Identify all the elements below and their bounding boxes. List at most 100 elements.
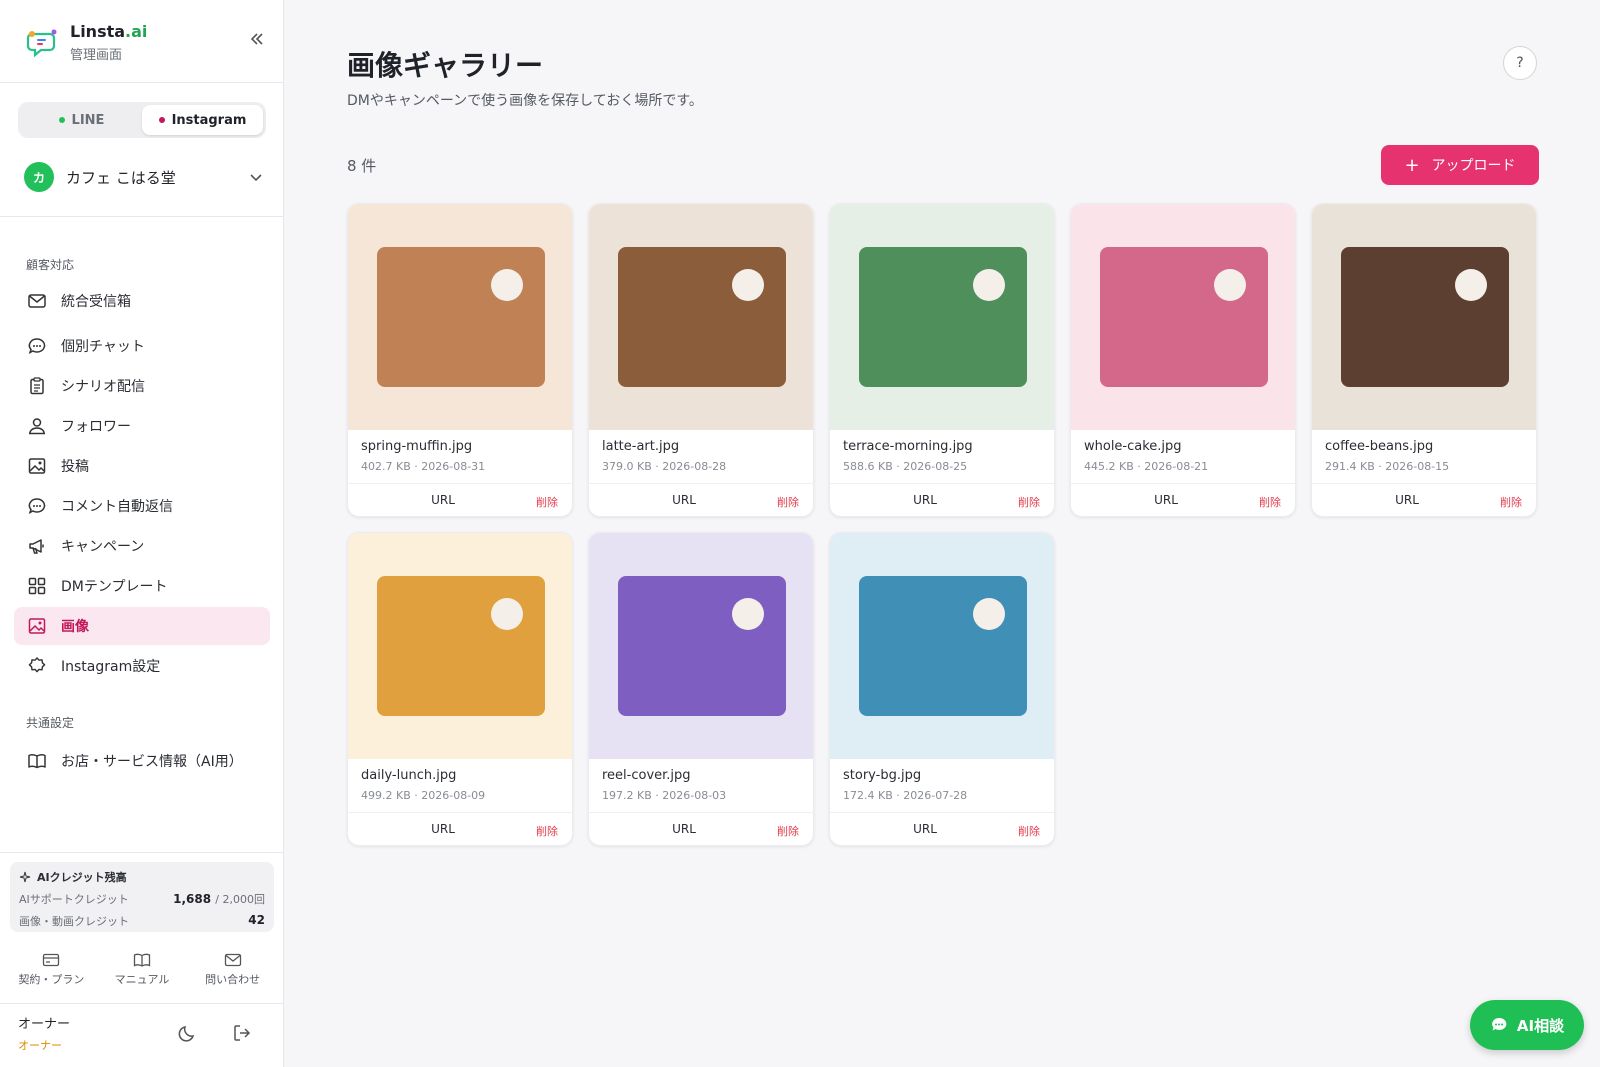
- delete-button[interactable]: 削除: [777, 494, 799, 510]
- dark-mode-toggle[interactable]: [178, 1023, 200, 1045]
- divider: [0, 82, 284, 83]
- copy-url-button[interactable]: URL: [423, 493, 463, 507]
- delete-button[interactable]: 削除: [536, 494, 558, 510]
- footer-link-label: 問い合わせ: [205, 973, 261, 986]
- moon-icon: [178, 1026, 195, 1042]
- sidebar-item-scenario[interactable]: シナリオ配信: [14, 367, 270, 405]
- thumbnail-sun: [491, 598, 523, 630]
- brand[interactable]: Linsta.ai 管理画面: [26, 20, 147, 64]
- contact-link[interactable]: 問い合わせ: [187, 952, 278, 992]
- image-card[interactable]: spring-muffin.jpg 402.7 KB · 2026-08-31 UR…: [347, 203, 573, 517]
- delete-button[interactable]: 削除: [1018, 823, 1040, 839]
- image-thumbnail[interactable]: [830, 204, 1054, 430]
- account-selector[interactable]: カ カフェ こはる堂: [24, 160, 264, 194]
- sidebar-item-label: フォロワー: [61, 419, 131, 435]
- delete-button[interactable]: 削除: [536, 823, 558, 839]
- sidebar-item-dm-template[interactable]: DMテンプレート: [14, 567, 270, 605]
- copy-url-button[interactable]: URL: [664, 822, 704, 836]
- footer-link-label: マニュアル: [114, 973, 170, 986]
- card-actions: URL 削除: [830, 483, 1054, 516]
- file-name: reel-cover.jpg: [602, 768, 691, 783]
- mail-icon: [28, 294, 46, 308]
- image-card[interactable]: latte-art.jpg 379.0 KB · 2026-08-28 URL 削除: [588, 203, 814, 517]
- help-button[interactable]: ?: [1503, 46, 1537, 80]
- image-thumbnail[interactable]: [348, 533, 572, 759]
- file-name: spring-muffin.jpg: [361, 439, 473, 454]
- image-thumbnail[interactable]: [1312, 204, 1536, 430]
- channel-tab-instagram[interactable]: Instagram: [142, 105, 263, 135]
- channel-tab-line[interactable]: LINE: [21, 105, 142, 135]
- image-thumbnail[interactable]: [589, 204, 813, 430]
- sidebar-item-images[interactable]: 画像: [14, 607, 270, 645]
- image-card[interactable]: daily-lunch.jpg 499.2 KB · 2026-08-09 URL 削…: [347, 532, 573, 846]
- sidebar-item-inbox[interactable]: 統合受信箱: [14, 282, 270, 320]
- delete-button[interactable]: 削除: [777, 823, 799, 839]
- copy-url-button[interactable]: URL: [1146, 493, 1186, 507]
- mail-icon: [224, 953, 241, 967]
- thumbnail-shape: [1100, 247, 1268, 387]
- double-chevron-left-icon: [250, 33, 263, 45]
- thumbnail-shape: [377, 576, 545, 716]
- contract-plan-link[interactable]: 契約・プラン: [6, 952, 97, 992]
- copy-url-button[interactable]: URL: [423, 822, 463, 836]
- nav-section-customer: 顧客対応: [26, 258, 75, 272]
- sidebar-item-instagram-settings[interactable]: Instagram設定: [14, 647, 270, 685]
- thumbnail-shape: [859, 247, 1027, 387]
- sidebar-item-shop-info[interactable]: お店・サービス情報（AI用）: [14, 742, 270, 780]
- user-name: オーナー: [18, 1017, 71, 1032]
- ai-chat-button[interactable]: AI相談: [1470, 1000, 1584, 1050]
- copy-url-button[interactable]: URL: [1387, 493, 1427, 507]
- image-icon: [28, 618, 46, 634]
- file-meta: 402.7 KB · 2026-08-31: [361, 460, 486, 473]
- brand-subtitle: 管理画面: [70, 47, 123, 63]
- thumbnail-sun: [1455, 269, 1487, 301]
- sidebar-item-chat[interactable]: 個別チャット: [14, 327, 270, 365]
- sidebar: Linsta.ai 管理画面 LINE Instagram カ カフェ こはる堂…: [0, 0, 284, 1067]
- delete-button[interactable]: 削除: [1500, 494, 1522, 510]
- sparkle-icon: [19, 871, 31, 883]
- file-meta: 172.4 KB · 2026-07-28: [843, 789, 968, 802]
- image-card[interactable]: coffee-beans.jpg 291.4 KB · 2026-08-15 URL…: [1311, 203, 1537, 517]
- book-icon: [28, 754, 46, 769]
- copy-url-button[interactable]: URL: [905, 822, 945, 836]
- megaphone-icon: [29, 539, 44, 554]
- sidebar-item-followers[interactable]: フォロワー: [14, 407, 270, 445]
- collapse-sidebar-button[interactable]: [246, 30, 268, 52]
- manual-link[interactable]: マニュアル: [97, 952, 188, 992]
- upload-button[interactable]: + アップロード: [1381, 145, 1539, 185]
- credit-title-text: AIクレジット残高: [37, 871, 127, 884]
- image-thumbnail[interactable]: [348, 204, 572, 430]
- thumbnail-sun: [491, 269, 523, 301]
- card-actions: URL 削除: [348, 812, 572, 845]
- image-card[interactable]: story-bg.jpg 172.4 KB · 2026-07-28 URL 削除: [829, 532, 1055, 846]
- footer-link-label: 契約・プラン: [18, 973, 85, 986]
- thumbnail-sun: [973, 269, 1005, 301]
- delete-button[interactable]: 削除: [1259, 494, 1281, 510]
- chevron-down-icon: [250, 174, 262, 182]
- card-actions: URL 削除: [1071, 483, 1295, 516]
- logout-icon: [234, 1025, 251, 1041]
- card-actions: URL 削除: [830, 812, 1054, 845]
- sidebar-item-posts[interactable]: 投稿: [14, 447, 270, 485]
- image-thumbnail[interactable]: [830, 533, 1054, 759]
- channel-label: Instagram: [171, 112, 247, 128]
- credit-row-media: 画像・動画クレジット 42: [19, 913, 265, 929]
- sidebar-item-comment-reply[interactable]: コメント自動返信: [14, 487, 270, 525]
- file-name: whole-cake.jpg: [1084, 439, 1182, 454]
- channel-label: LINE: [71, 112, 105, 128]
- delete-button[interactable]: 削除: [1018, 494, 1040, 510]
- image-card[interactable]: reel-cover.jpg 197.2 KB · 2026-08-03 URL 削除: [588, 532, 814, 846]
- file-meta: 197.2 KB · 2026-08-03: [602, 789, 727, 802]
- image-card[interactable]: terrace-morning.jpg 588.6 KB · 2026-08-25…: [829, 203, 1055, 517]
- sidebar-item-label: お店・サービス情報（AI用）: [61, 754, 243, 770]
- copy-url-button[interactable]: URL: [905, 493, 945, 507]
- sidebar-item-campaign[interactable]: キャンペーン: [14, 527, 270, 565]
- page-title: 画像ギャラリー: [347, 49, 544, 82]
- file-name: daily-lunch.jpg: [361, 768, 457, 783]
- image-card[interactable]: whole-cake.jpg 445.2 KB · 2026-08-21 URL 削除: [1070, 203, 1296, 517]
- copy-url-button[interactable]: URL: [664, 493, 704, 507]
- plus-icon: +: [1404, 154, 1420, 176]
- logout-button[interactable]: [232, 1023, 254, 1045]
- image-thumbnail[interactable]: [589, 533, 813, 759]
- image-thumbnail[interactable]: [1071, 204, 1295, 430]
